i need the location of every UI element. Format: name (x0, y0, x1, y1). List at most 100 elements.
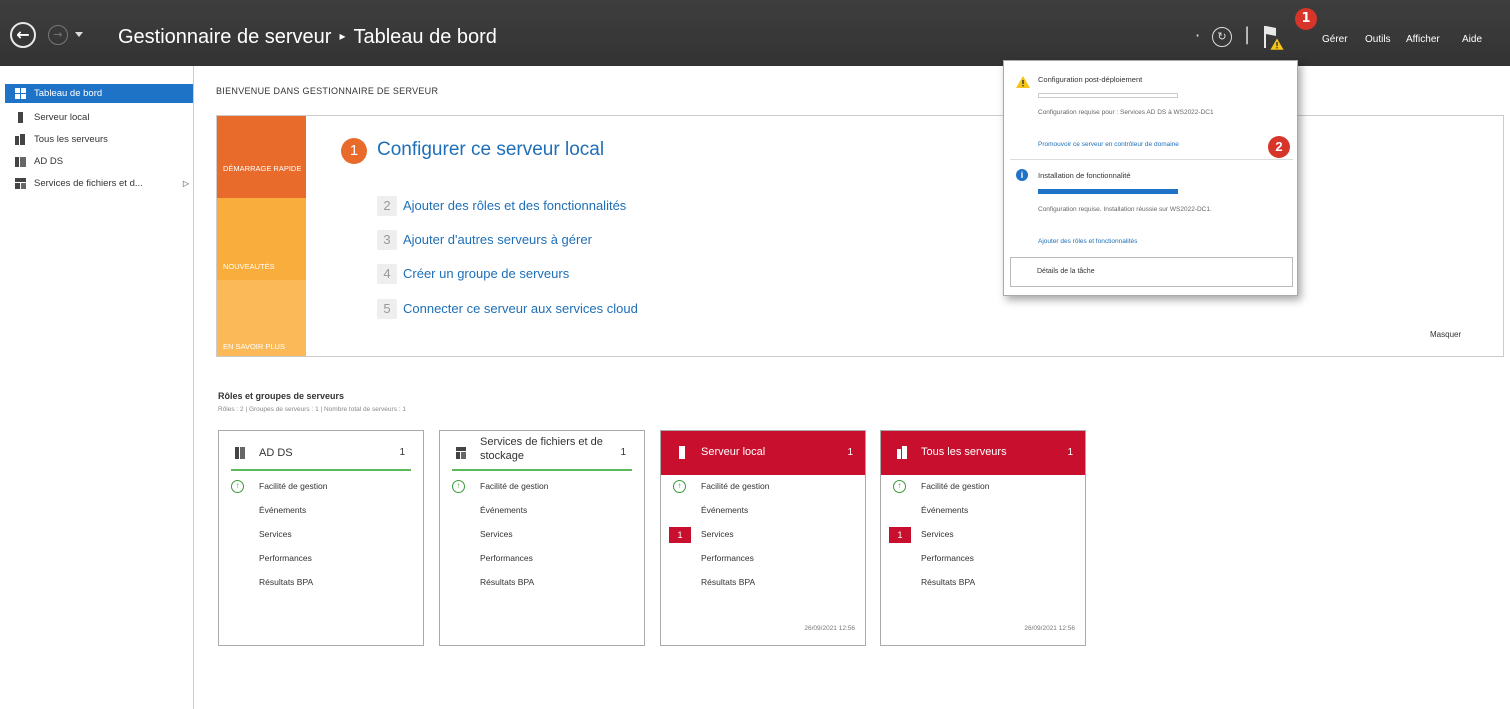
sidebar-item-label: Serveur local (34, 112, 90, 123)
refresh-dropdown-icon[interactable]: · (1195, 26, 1200, 45)
promote-dc-link[interactable]: Promouvoir ce serveur en contrôleur de d… (1038, 141, 1179, 148)
quickstart-step-2[interactable]: 2 Ajouter des rôles et des fonctionnalité… (377, 196, 626, 216)
sidebar-item-label: AD DS (34, 156, 64, 167)
card-header[interactable]: AD DS 1 (231, 431, 411, 471)
tile-quick-start[interactable]: DÉMARRAGE RAPIDE (217, 116, 306, 198)
progress-fill (1038, 189, 1178, 194)
step-number: 4 (377, 264, 397, 284)
role-card-local-server[interactable]: Serveur local 1 ↑ Facilité de gestion Év… (660, 430, 866, 646)
page-name: Tableau de bord (353, 26, 497, 48)
sidebar-item-file-services[interactable]: Services de fichiers et d... ▷ (5, 174, 193, 193)
task-details-button[interactable]: Détails de la tâche (1010, 257, 1293, 287)
toolbar-divider: | (1244, 24, 1251, 45)
card-row-bpa[interactable]: Résultats BPA (480, 577, 534, 587)
hide-link[interactable]: Masquer (1430, 330, 1461, 339)
card-title: AD DS (259, 447, 293, 459)
card-row-bpa[interactable]: Résultats BPA (259, 577, 313, 587)
divider (1010, 159, 1293, 160)
card-row-manageability[interactable]: Facilité de gestion (259, 481, 328, 491)
role-card-all-servers[interactable]: Tous les serveurs 1 ↑ Facilité de gestio… (880, 430, 1086, 646)
card-row-performance[interactable]: Performances (921, 553, 974, 563)
card-count: 1 (399, 447, 405, 458)
status-ok-icon: ↑ (452, 480, 465, 493)
breadcrumb-separator-icon: ▸ (339, 29, 346, 43)
server-icon (679, 446, 685, 459)
sidebar-item-ad-ds[interactable]: AD DS (5, 152, 193, 171)
menu-tools[interactable]: Outils (1365, 34, 1391, 45)
file-storage-icon (456, 447, 466, 459)
add-roles-link[interactable]: Ajouter des rôles et fonctionnalités (1038, 238, 1137, 245)
role-card-file-storage[interactable]: Services de fichiers et de stockage 1 ↑ … (439, 430, 645, 646)
ad-ds-icon (235, 447, 245, 459)
menu-view[interactable]: Afficher (1406, 34, 1440, 45)
roles-heading: Rôles et groupes de serveurs (218, 391, 345, 401)
server-icon (18, 112, 23, 123)
card-row-services[interactable]: Services (480, 529, 513, 539)
card-row-manageability[interactable]: Facilité de gestion (701, 481, 770, 491)
notification-progress-bar (1038, 189, 1178, 194)
refresh-icon[interactable]: ↻ (1212, 27, 1232, 47)
info-icon: i (1016, 169, 1028, 181)
status-ok-icon: ↑ (893, 480, 906, 493)
card-title: Serveur local (701, 446, 766, 458)
step-label: Ajouter d'autres serveurs à gérer (403, 232, 592, 247)
card-timestamp: 26/09/2021 12:56 (1024, 625, 1075, 632)
card-row-bpa[interactable]: Résultats BPA (921, 577, 975, 587)
app-name: Gestionnaire de serveur (118, 26, 332, 48)
card-count: 1 (620, 447, 626, 458)
menu-help[interactable]: Aide (1462, 34, 1482, 45)
role-card-ad-ds[interactable]: AD DS 1 ↑ Facilité de gestion Événements… (218, 430, 424, 646)
step-label: Créer un groupe de serveurs (403, 266, 570, 281)
step-number: 1 (341, 138, 367, 164)
card-row-performance[interactable]: Performances (259, 553, 312, 563)
services-alert-badge[interactable]: 1 (669, 527, 691, 543)
quickstart-step-1[interactable]: 1 Configurer ce serveur local (341, 138, 604, 164)
quickstart-step-5[interactable]: 5 Connecter ce serveur aux services cloud (377, 299, 638, 319)
card-count: 1 (847, 447, 853, 458)
servers-icon (897, 446, 907, 459)
dashboard-icon (15, 88, 26, 99)
nav-history-dropdown-icon[interactable] (75, 32, 83, 37)
notifications-flag-icon[interactable] (1262, 24, 1284, 50)
card-row-services[interactable]: Services (921, 529, 954, 539)
card-row-performance[interactable]: Performances (701, 553, 754, 563)
status-ok-icon: ↑ (231, 480, 244, 493)
forward-arrow-icon[interactable]: → (48, 25, 68, 45)
card-header[interactable]: Tous les serveurs 1 (881, 431, 1085, 475)
quickstart-panel: DÉMARRAGE RAPIDE NOUVEAUTÉS EN SAVOIR PL… (216, 115, 1504, 357)
step-number: 5 (377, 299, 397, 319)
services-alert-badge[interactable]: 1 (889, 527, 911, 543)
notification-text: Configuration requise pour : Services AD… (1038, 109, 1214, 116)
card-timestamp: 26/09/2021 12:56 (804, 625, 855, 632)
card-row-events[interactable]: Événements (921, 505, 968, 515)
card-row-manageability[interactable]: Facilité de gestion (921, 481, 990, 491)
card-row-events[interactable]: Événements (480, 505, 527, 515)
expand-arrow-icon[interactable]: ▷ (183, 179, 189, 188)
card-header[interactable]: Serveur local 1 (661, 431, 865, 475)
tile-learn-more[interactable]: EN SAVOIR PLUS (217, 280, 306, 356)
warning-icon (1016, 76, 1030, 88)
card-row-services[interactable]: Services (259, 529, 292, 539)
card-row-performance[interactable]: Performances (480, 553, 533, 563)
quickstart-step-4[interactable]: 4 Créer un groupe de serveurs (377, 264, 569, 284)
welcome-heading: BIENVENUE DANS GESTIONNAIRE DE SERVEUR (216, 86, 439, 96)
card-row-manageability[interactable]: Facilité de gestion (480, 481, 549, 491)
sidebar-item-all-servers[interactable]: Tous les serveurs (5, 130, 193, 149)
sidebar: Tableau de bord Serveur local Tous les s… (0, 66, 194, 709)
card-title: Tous les serveurs (921, 446, 1007, 458)
sidebar-item-label: Tableau de bord (34, 88, 103, 99)
tile-whats-new[interactable]: NOUVEAUTÉS (217, 198, 306, 280)
quickstart-step-3[interactable]: 3 Ajouter d'autres serveurs à gérer (377, 230, 592, 250)
card-row-services[interactable]: Services (701, 529, 734, 539)
card-header[interactable]: Services de fichiers et de stockage 1 (452, 431, 632, 471)
card-row-events[interactable]: Événements (259, 505, 306, 515)
sidebar-item-dashboard[interactable]: Tableau de bord (5, 84, 193, 103)
sidebar-item-local-server[interactable]: Serveur local (5, 108, 193, 127)
back-arrow-icon[interactable]: ← (10, 22, 36, 48)
title-bar: ← → Gestionnaire de serveur ▸ Tableau de b… (0, 0, 1510, 66)
card-row-bpa[interactable]: Résultats BPA (701, 577, 755, 587)
menu-manage[interactable]: Gérer (1322, 34, 1348, 45)
sidebar-item-label: Services de fichiers et d... (34, 178, 143, 189)
card-row-events[interactable]: Événements (701, 505, 748, 515)
notification-title: Installation de fonctionnalité (1038, 171, 1131, 180)
